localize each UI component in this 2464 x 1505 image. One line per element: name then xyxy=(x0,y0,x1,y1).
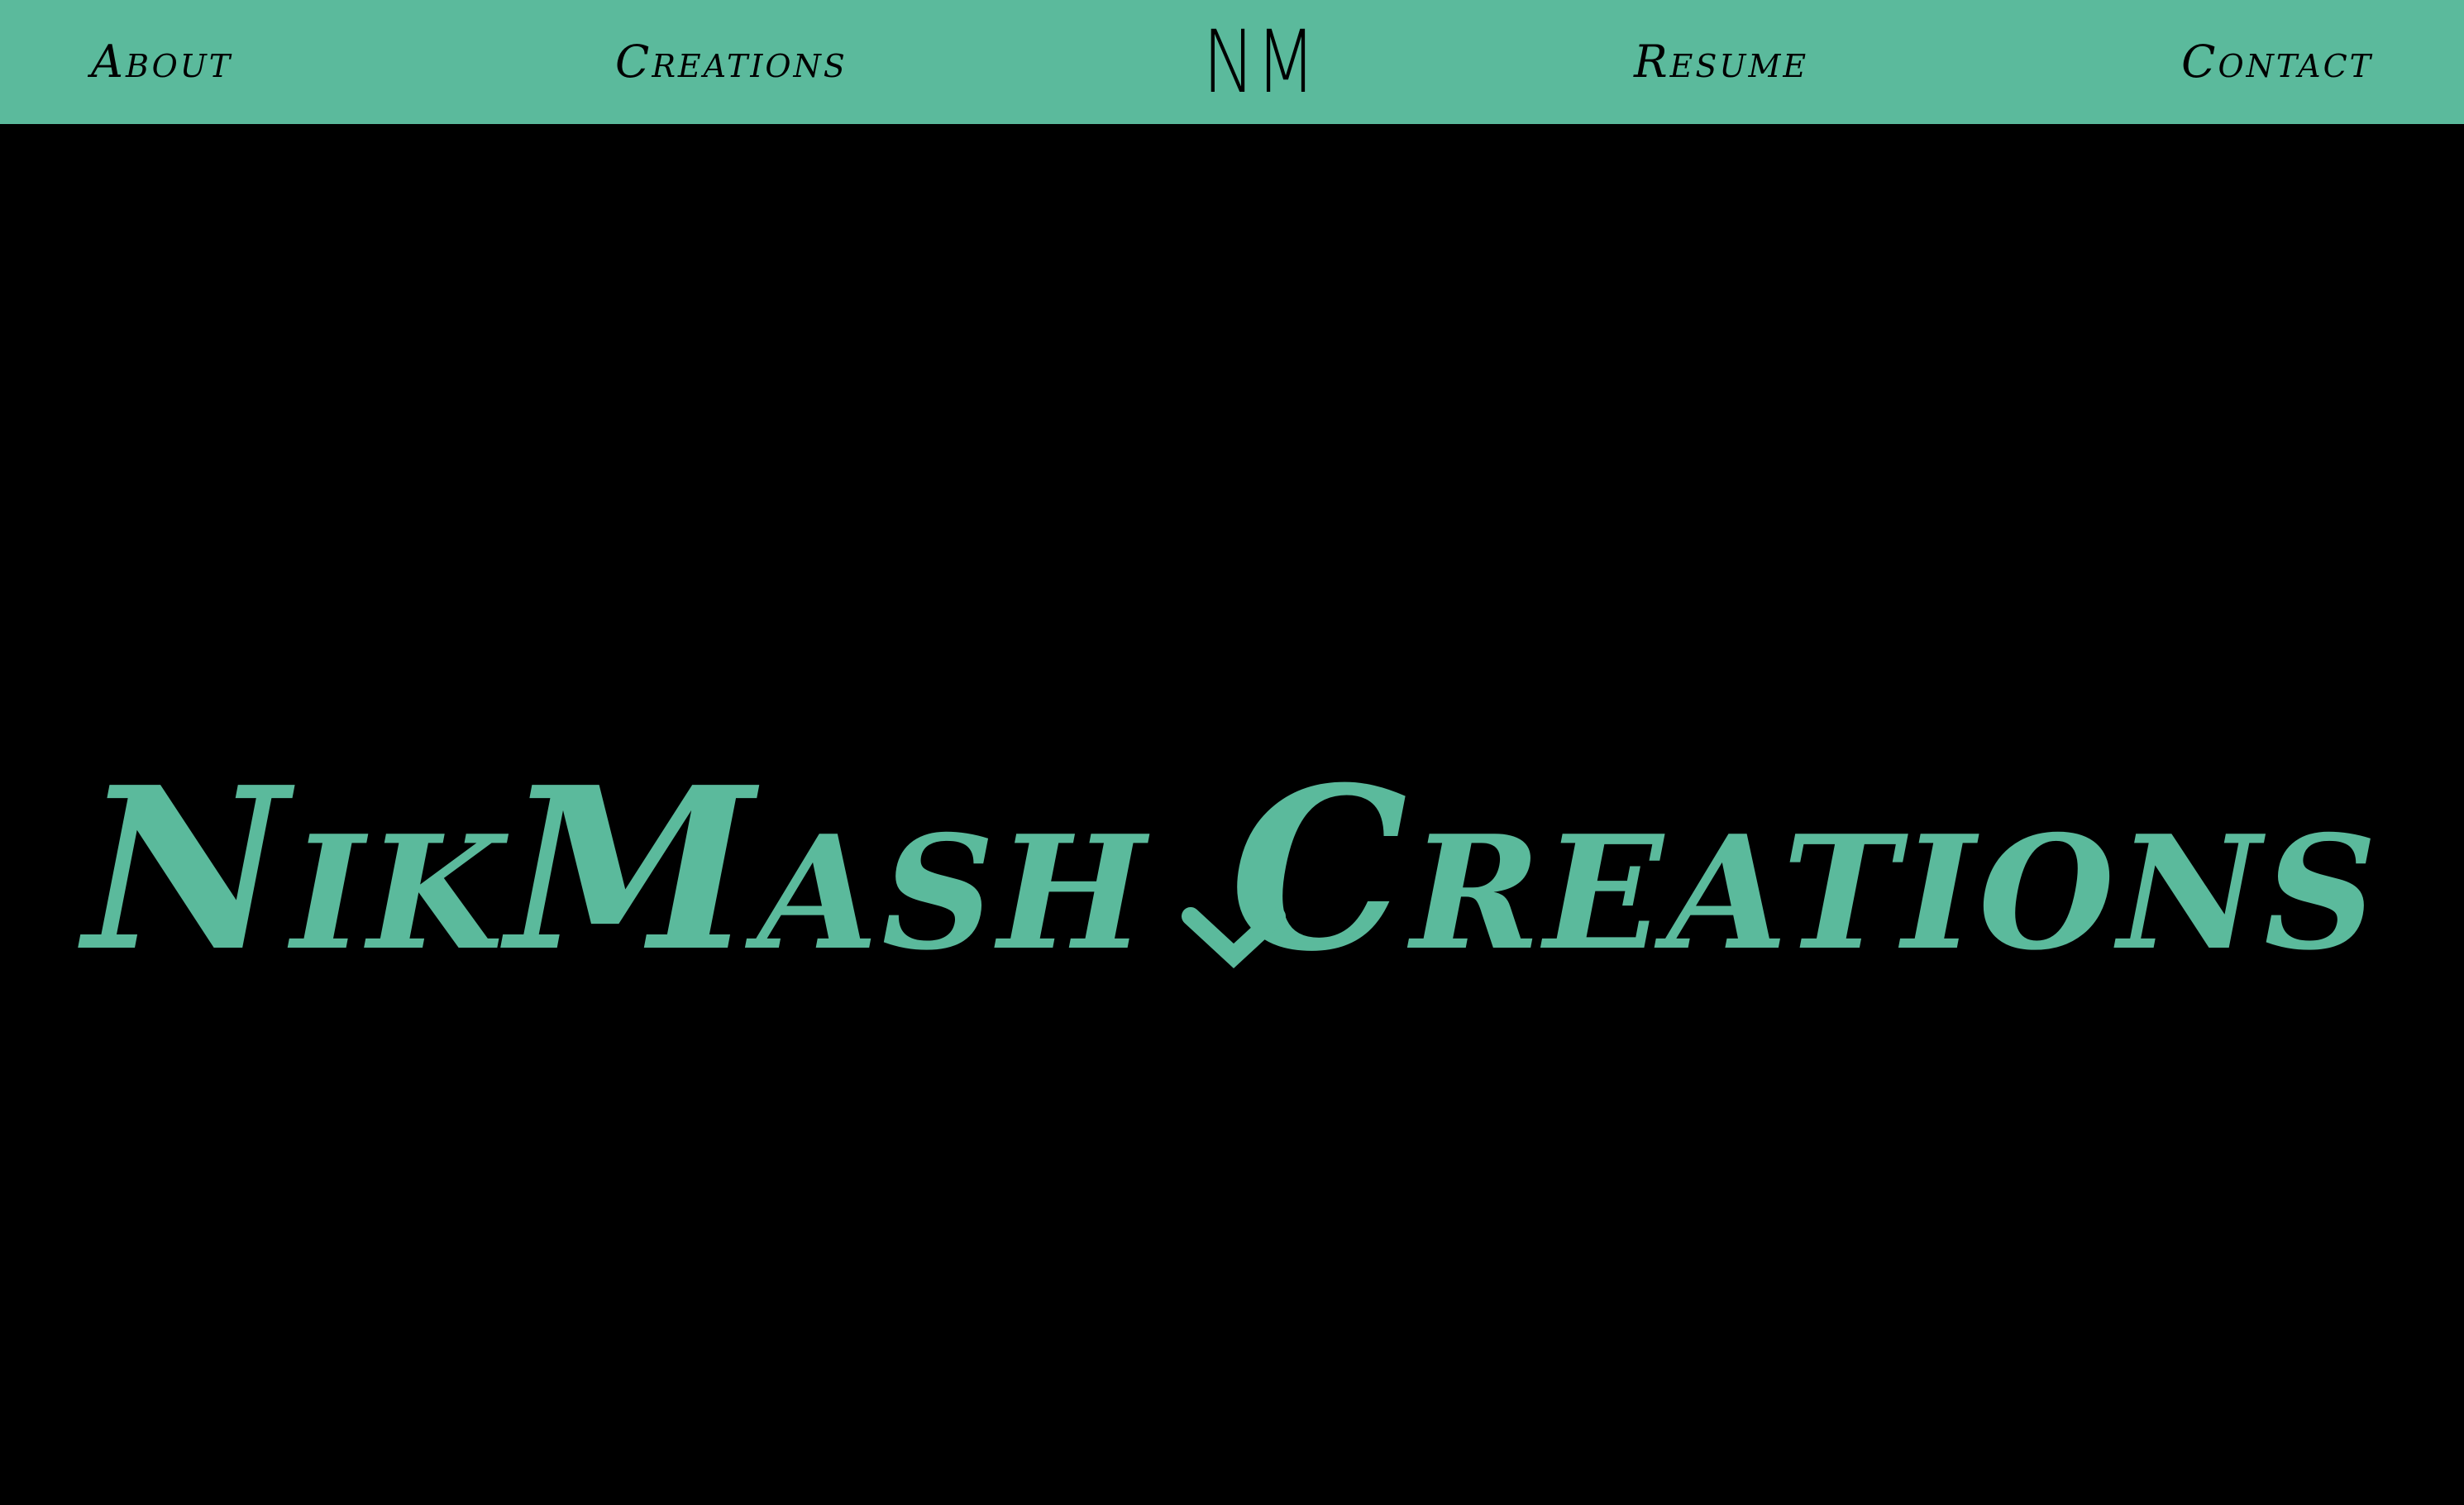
nav-link-resume[interactable]: Resume xyxy=(1634,0,1808,124)
site-logo[interactable]: NM xyxy=(1202,0,1316,124)
nav-link-contact[interactable]: Contact xyxy=(2181,0,2373,124)
nav-link-creations[interactable]: Creations xyxy=(615,0,848,124)
nav-link-about[interactable]: About xyxy=(91,0,232,124)
chevron-down-icon[interactable] xyxy=(1181,905,1287,971)
top-navigation-bar: About Creations NM Resume Contact xyxy=(0,0,2464,124)
